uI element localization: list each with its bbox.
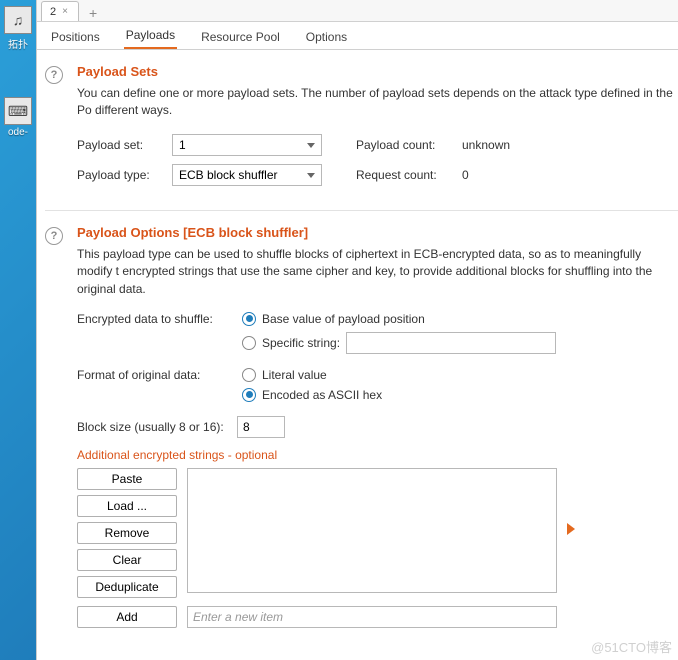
help-icon[interactable]: ? xyxy=(45,227,63,245)
add-item-input[interactable] xyxy=(187,606,557,628)
radio-ascii-hex[interactable] xyxy=(242,388,256,402)
payload-options-title: Payload Options [ECB block shuffler] xyxy=(77,225,678,240)
desktop-strip: ♫ 拓扑 ⌨ ode- xyxy=(0,0,36,660)
specific-string-input[interactable] xyxy=(346,332,556,354)
arrow-right-icon[interactable] xyxy=(567,523,575,535)
tab-resource-pool[interactable]: Resource Pool xyxy=(199,24,282,49)
content-area: ? Payload Sets You can define one or mor… xyxy=(37,50,678,644)
radio-literal-value[interactable] xyxy=(242,368,256,382)
block-size-input[interactable] xyxy=(237,416,285,438)
payload-type-select[interactable]: ECB block shuffler xyxy=(172,164,322,186)
additional-strings-label: Additional encrypted strings - optional xyxy=(77,448,678,462)
deduplicate-button[interactable]: Deduplicate xyxy=(77,576,177,598)
paste-button[interactable]: Paste xyxy=(77,468,177,490)
desktop-launcher-icon[interactable]: ♫ xyxy=(4,6,32,34)
payload-options-section: ? Payload Options [ECB block shuffler] T… xyxy=(45,221,678,644)
radio-base-label: Base value of payload position xyxy=(262,312,425,326)
desktop-code-label: ode- xyxy=(0,127,36,138)
close-icon[interactable]: × xyxy=(62,6,68,17)
help-icon[interactable]: ? xyxy=(45,66,63,84)
desktop-code-icon[interactable]: ⌨ xyxy=(4,97,32,125)
file-tab-bar: 2 × + xyxy=(37,0,678,22)
additional-strings-area: Paste Load ... Remove Clear Deduplicate xyxy=(77,468,678,598)
keyboard-icon: ⌨ xyxy=(8,103,28,120)
app-window: 2 × + Positions Payloads Resource Pool O… xyxy=(36,0,678,660)
radio-base-value[interactable] xyxy=(242,312,256,326)
remove-button[interactable]: Remove xyxy=(77,522,177,544)
payload-set-select[interactable]: 1 xyxy=(172,134,322,156)
add-button[interactable]: Add xyxy=(77,606,177,628)
radio-literal-label: Literal value xyxy=(262,368,327,382)
block-size-label: Block size (usually 8 or 16): xyxy=(77,420,227,434)
payload-sets-title: Payload Sets xyxy=(77,64,678,79)
tab-positions[interactable]: Positions xyxy=(49,24,102,49)
radio-specific-label: Specific string: xyxy=(262,336,340,350)
file-tab-label: 2 xyxy=(50,6,56,18)
radio-ascii-label: Encoded as ASCII hex xyxy=(262,388,382,402)
payload-sets-desc: You can define one or more payload sets.… xyxy=(77,85,678,120)
clear-button[interactable]: Clear xyxy=(77,549,177,571)
additional-strings-listbox[interactable] xyxy=(187,468,557,593)
load-button[interactable]: Load ... xyxy=(77,495,177,517)
radio-specific-string[interactable] xyxy=(242,336,256,350)
payload-type-label: Payload type: xyxy=(77,168,162,182)
payload-options-desc: This payload type can be used to shuffle… xyxy=(77,246,678,298)
tab-payloads[interactable]: Payloads xyxy=(124,22,177,49)
payload-sets-section: ? Payload Sets You can define one or mor… xyxy=(45,60,678,211)
request-count-label: Request count: xyxy=(356,168,452,182)
format-label: Format of original data: xyxy=(77,368,232,382)
payload-count-value: unknown xyxy=(462,138,510,152)
request-count-value: 0 xyxy=(462,168,469,182)
payload-type-select-wrap: ECB block shuffler xyxy=(172,164,322,186)
music-icon: ♫ xyxy=(13,12,24,28)
desktop-launcher-label: 拓扑 xyxy=(0,36,36,51)
section-tab-bar: Positions Payloads Resource Pool Options xyxy=(37,22,678,50)
payload-set-select-wrap: 1 xyxy=(172,134,322,156)
file-tab-2[interactable]: 2 × xyxy=(41,1,79,21)
payload-set-label: Payload set: xyxy=(77,138,162,152)
tab-options[interactable]: Options xyxy=(304,24,349,49)
encrypted-data-label: Encrypted data to shuffle: xyxy=(77,312,232,326)
add-tab-button[interactable]: + xyxy=(83,5,103,21)
payload-count-label: Payload count: xyxy=(356,138,452,152)
